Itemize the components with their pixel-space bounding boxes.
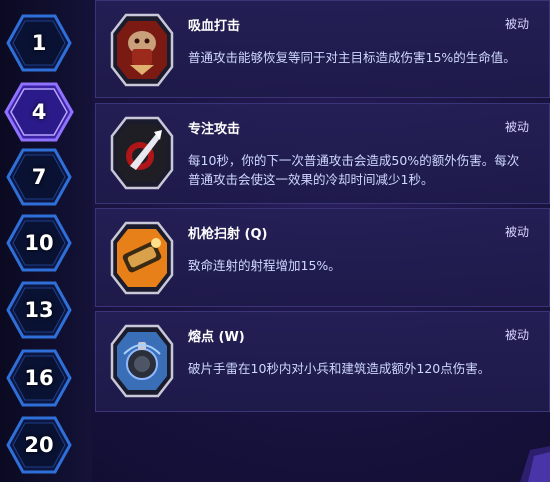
talent-list: 吸血打击 被动 普通攻击能够恢复等同于对主目标造成伤害15%的生命值。 专注攻击… (95, 0, 550, 482)
tier-level: 16 (24, 366, 54, 390)
talent-option-gatling-gun[interactable]: 机枪扫射 (Q) 被动 致命连射的射程增加15%。 (95, 208, 550, 307)
tier-level: 10 (24, 231, 54, 255)
grenade-icon (110, 324, 174, 398)
tier-13-button[interactable]: 13 (6, 281, 72, 339)
tier-level: 20 (24, 433, 54, 457)
tier-4-button[interactable]: 4 (4, 82, 74, 142)
tier-level: 4 (31, 100, 47, 124)
talent-option-blood-strike[interactable]: 吸血打击 被动 普通攻击能够恢复等同于对主目标造成伤害15%的生命值。 (95, 0, 550, 98)
tier-1-button[interactable]: 1 (6, 14, 72, 72)
focused-attack-icon (110, 116, 174, 190)
corner-crystal-decoration (520, 446, 550, 482)
blood-strike-icon (110, 13, 174, 87)
talent-name: 熔点 (W) (188, 330, 245, 345)
talent-description: 每10秒，你的下一次普通攻击会造成50%的额外伤害。每次普通攻击会使这一效果的冷… (188, 153, 520, 187)
tier-10-button[interactable]: 10 (6, 214, 72, 272)
tier-level: 7 (31, 165, 47, 189)
talent-type: 被动 (504, 120, 529, 134)
talent-option-grenade[interactable]: 熔点 (W) 被动 破片手雷在10秒内对小兵和建筑造成额外120点伤害。 (95, 311, 550, 412)
talent-type: 被动 (504, 328, 529, 342)
talent-type: 被动 (504, 225, 529, 239)
talent-name: 吸血打击 (188, 19, 241, 34)
gatling-gun-icon (110, 221, 174, 295)
tier-level: 13 (24, 298, 54, 322)
talent-name: 专注攻击 (188, 122, 241, 137)
talent-description: 普通攻击能够恢复等同于对主目标造成伤害15%的生命值。 (188, 50, 516, 65)
talent-description: 致命连射的射程增加15%。 (188, 258, 341, 273)
tier-20-button[interactable]: 20 (6, 416, 72, 474)
tier-16-button[interactable]: 16 (6, 349, 72, 407)
talent-tier-rail: 1 4 7 10 13 16 20 (0, 0, 92, 482)
talent-name: 机枪扫射 (Q) (188, 227, 268, 242)
talent-option-focused-attack[interactable]: 专注攻击 被动 每10秒，你的下一次普通攻击会造成50%的额外伤害。每次普通攻击… (95, 103, 550, 204)
talent-type: 被动 (504, 17, 529, 31)
tier-7-button[interactable]: 7 (6, 148, 72, 206)
talent-description: 破片手雷在10秒内对小兵和建筑造成额外120点伤害。 (188, 361, 491, 376)
tier-level: 1 (31, 31, 47, 55)
